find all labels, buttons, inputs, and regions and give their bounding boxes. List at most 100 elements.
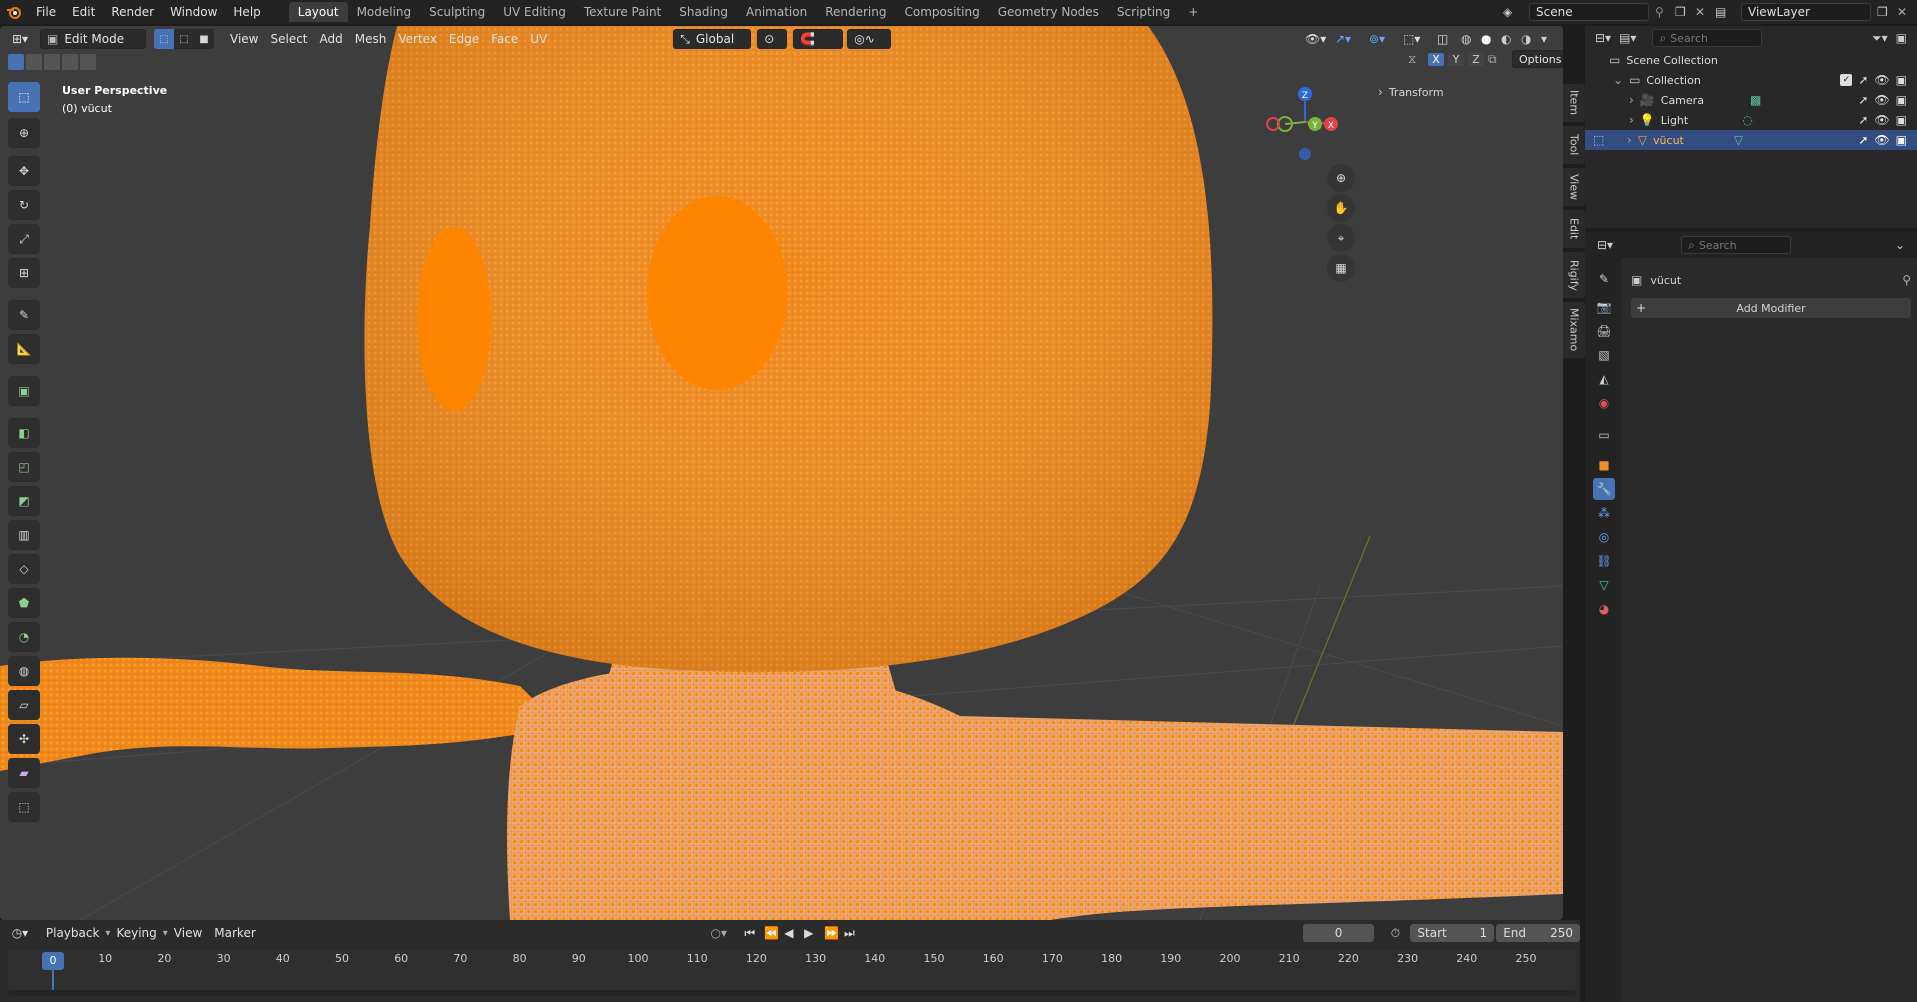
transform-tool[interactable]: ⊞ [8, 258, 40, 288]
scene-icon[interactable]: ◈ [1503, 5, 1529, 19]
delete-view-layer-icon[interactable]: ✕ [1897, 5, 1917, 19]
material-properties-icon[interactable]: ◕ [1593, 598, 1615, 620]
sidebar-tab-view[interactable]: View [1563, 168, 1585, 206]
outliner-search[interactable]: ⌕ Search [1652, 29, 1763, 47]
particles-properties-icon[interactable]: ⁂ [1593, 502, 1615, 524]
workspace-tab-geometry-nodes[interactable]: Geometry Nodes [989, 2, 1108, 22]
rotate-tool[interactable]: ↻ [8, 190, 40, 220]
menu-uv[interactable]: UV [524, 29, 553, 49]
sidebar-tab-tool[interactable]: Tool [1563, 126, 1585, 164]
select-subtract-icon[interactable] [44, 54, 60, 70]
orientation-dropdown[interactable]: ⤡ Global [673, 29, 752, 49]
menu-face[interactable]: Face [485, 29, 524, 49]
timeline-menu-view[interactable]: View [168, 923, 208, 943]
mirror-y-toggle[interactable]: Y [1448, 52, 1464, 66]
properties-options-icon[interactable]: ⌄ [1895, 238, 1905, 252]
mirror-x-toggle[interactable]: X [1428, 52, 1444, 66]
transform-panel-header[interactable]: › Transform [1378, 82, 1563, 102]
proportional-edit-toggle[interactable]: ◎∿ [847, 29, 892, 49]
sidebar-tab-rigify[interactable]: Rigify [1563, 252, 1585, 298]
auto-merge-icon[interactable]: ⧉ [1488, 52, 1508, 67]
sidebar-tab-mixamo[interactable]: Mixamo [1563, 302, 1585, 358]
camera-visibility-icon[interactable]: 👁 [1874, 93, 1889, 107]
scene-selector[interactable]: Scene [1529, 3, 1649, 21]
workspace-tab-scripting[interactable]: Scripting [1108, 2, 1179, 22]
3d-viewport[interactable]: ⊞▾ ▣ Edit Mode ⬚ ⬚ ■ View Select Add Mes… [0, 26, 1563, 920]
data-properties-icon[interactable]: ▽ [1593, 574, 1615, 596]
xray-toggle-icon[interactable]: ◫ [1437, 32, 1461, 46]
shading-solid-icon[interactable]: ● [1481, 32, 1501, 46]
end-frame-field[interactable]: End 250 [1496, 924, 1580, 942]
mirror-icon[interactable]: ⧖ [1408, 52, 1424, 67]
view-layer-icon[interactable]: ▤ [1715, 5, 1741, 19]
light-visibility-icon[interactable]: 👁 [1874, 113, 1889, 127]
edit-mode-toggle-icon[interactable]: ⬚ [1593, 133, 1621, 147]
select-invert-icon[interactable] [62, 54, 78, 70]
vucut-select-icon[interactable]: ➚ [1858, 133, 1868, 147]
playhead[interactable]: 0 [42, 952, 64, 970]
workspace-tab-rendering[interactable]: Rendering [816, 2, 895, 22]
annotate-tool[interactable]: ✎ [8, 300, 40, 330]
scene-pin-icon[interactable]: ⚲ [1655, 5, 1675, 19]
timeline-ruler[interactable]: 0 10 20 30 40 50 60 70 80 90 100 110 120 130 140 150 160… [8, 950, 1576, 996]
menu-window[interactable]: Window [162, 0, 225, 24]
add-cube-tool[interactable]: ▣ [8, 376, 40, 406]
select-new-icon[interactable] [8, 54, 24, 70]
select-intersect-icon[interactable] [80, 54, 96, 70]
loop-cut-tool[interactable]: ▥ [8, 520, 40, 550]
shading-options-icon[interactable]: ▾ [1541, 32, 1563, 46]
pivot-dropdown[interactable]: ⊙ [757, 29, 788, 49]
navigation-gizmo[interactable]: Z X Y [1265, 82, 1345, 162]
camera-render-icon[interactable]: ▣ [1896, 93, 1907, 107]
shear-tool[interactable]: ▰ [8, 758, 40, 788]
modifier-properties-icon[interactable]: 🔧 [1593, 478, 1615, 500]
workspace-tab-texture-paint[interactable]: Texture Paint [575, 2, 670, 22]
mesh-data-icon[interactable]: ▽ [1734, 133, 1743, 147]
menu-render[interactable]: Render [103, 0, 162, 24]
bevel-tool[interactable]: ◩ [8, 486, 40, 516]
cursor-tool[interactable]: ⊕ [8, 118, 40, 148]
sidebar-tab-edit[interactable]: Edit [1563, 210, 1585, 248]
render-properties-icon[interactable]: 📷 [1593, 296, 1615, 318]
vucut-visibility-icon[interactable]: 👁 [1874, 133, 1889, 147]
edge-select-icon[interactable]: ⬚ [174, 29, 194, 49]
outliner-row-collection[interactable]: ⌄ ▭ Collection ✓ ➚ 👁 ▣ [1585, 70, 1917, 90]
ortho-toggle-icon[interactable]: ▦ [1327, 254, 1355, 282]
jump-end-icon[interactable]: ⏭ [844, 926, 864, 941]
editor-type-icon[interactable]: ⊞▾ [0, 32, 40, 46]
output-properties-icon[interactable]: 🖨 [1593, 320, 1615, 342]
snap-toggle[interactable]: 🧲 [793, 29, 844, 49]
timeline-menu-keying[interactable]: Keying [110, 923, 162, 943]
menu-file[interactable]: File [28, 0, 64, 24]
menu-add[interactable]: Add [314, 29, 349, 49]
collection-render-icon[interactable]: ▣ [1896, 73, 1907, 87]
move-tool[interactable]: ✥ [8, 156, 40, 186]
inset-tool[interactable]: ◰ [8, 452, 40, 482]
pan-hand-icon[interactable]: ✋ [1327, 194, 1355, 222]
workspace-tab-modeling[interactable]: Modeling [348, 2, 421, 22]
delete-scene-icon[interactable]: ✕ [1695, 5, 1715, 19]
camera-view-icon[interactable]: ⌖ [1327, 224, 1355, 252]
collection-properties-icon[interactable]: ▭ [1593, 424, 1615, 446]
vucut-render-icon[interactable]: ▣ [1896, 133, 1907, 147]
knife-tool[interactable]: ◇ [8, 554, 40, 584]
timeline-menu-playback[interactable]: Playback [40, 923, 106, 943]
shrink-fatten-tool[interactable]: ✣ [8, 724, 40, 754]
menu-help[interactable]: Help [225, 0, 268, 24]
blender-logo-icon[interactable] [0, 0, 28, 24]
timeline-editor-icon[interactable]: ◷▾ [0, 926, 40, 940]
workspace-tab-compositing[interactable]: Compositing [895, 2, 988, 22]
jump-keyframe-forward-icon[interactable]: ⏩ [824, 926, 844, 940]
pin-icon[interactable]: ⚲ [1902, 273, 1911, 287]
rip-tool[interactable]: ⬚ [8, 792, 40, 822]
light-select-icon[interactable]: ➚ [1858, 113, 1868, 127]
light-data-icon[interactable]: ◌ [1742, 113, 1752, 127]
shading-material-icon[interactable]: ◐ [1501, 32, 1521, 46]
display-mode-icon[interactable]: ▤▾ [1619, 31, 1636, 45]
outliner-editor-icon[interactable]: ⊟▾ [1595, 31, 1611, 45]
spin-tool[interactable]: ◔ [8, 622, 40, 652]
workspace-tab-sculpting[interactable]: Sculpting [420, 2, 494, 22]
current-frame-field[interactable]: 0 [1302, 924, 1375, 942]
view-layer-selector[interactable]: ViewLayer [1741, 3, 1871, 21]
mesh-edit-overlay-icon[interactable]: ⬚▾ [1403, 32, 1437, 46]
